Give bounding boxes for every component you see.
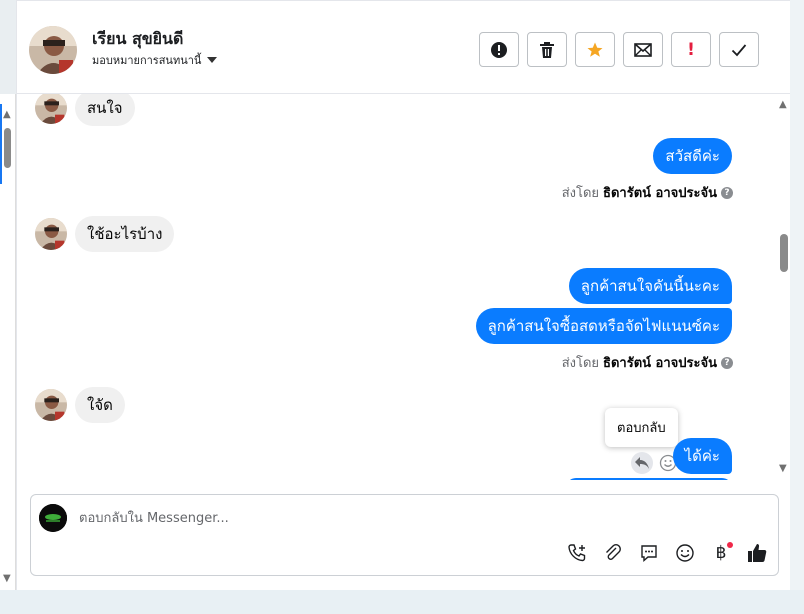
exclamation-icon: ! (687, 39, 695, 60)
contact-name: เรียน สุขยินดี (92, 29, 184, 48)
left-scrollbar-thumb[interactable] (4, 128, 11, 168)
contact-avatar-small (35, 389, 67, 421)
message-thread[interactable]: สนใจ สวัสดีค่ะ ส่งโดย ธิดารัตน์ อาจประจั… (17, 94, 777, 480)
sender-name: ธิดารัตน์ อาจประจัน (603, 356, 717, 371)
message-scrollbar-thumb[interactable] (780, 234, 788, 272)
incoming-message-row: สนใจ (35, 94, 135, 126)
star-icon (587, 42, 603, 57)
mail-icon (634, 42, 652, 57)
help-icon[interactable]: ? (721, 356, 733, 369)
contact-avatar[interactable] (29, 26, 77, 74)
incoming-message-row: ใช้อะไรบ้าง (35, 216, 175, 252)
trash-icon (540, 41, 554, 58)
incoming-bubble[interactable]: ใจัด (75, 387, 125, 423)
message-composer: ฿ (30, 494, 779, 576)
composer-tools: ฿ (565, 541, 769, 565)
sender-name: ธิดารัตน์ อาจประจัน (603, 186, 717, 201)
phone-plus-icon[interactable] (565, 541, 589, 565)
star-button[interactable] (575, 32, 615, 67)
sent-by-prefix: ส่งโดย (561, 356, 600, 371)
page-avatar (39, 504, 67, 532)
baht-icon[interactable]: ฿ (709, 541, 733, 565)
thumbs-up-icon[interactable] (745, 541, 769, 565)
mark-done-button[interactable] (719, 32, 759, 67)
notification-dot (727, 542, 733, 548)
help-icon[interactable]: ? (721, 186, 733, 199)
chat-bubble-icon[interactable] (637, 541, 661, 565)
conversation-panel: เรียน สุขยินดี มอบหมายการสนทนานี้ ! สนใจ… (16, 0, 791, 590)
scroll-up-arrow-icon[interactable]: ▲ (3, 110, 11, 120)
outgoing-bubble[interactable]: ได้ค่ะ (672, 438, 732, 474)
message-scrollbar[interactable]: ▲ ▼ (777, 94, 791, 480)
delete-button[interactable] (527, 32, 567, 67)
reply-icon[interactable] (631, 452, 653, 474)
bottom-margin (0, 590, 804, 614)
left-scrollbar-accent (0, 104, 2, 184)
outgoing-bubble-partial[interactable] (566, 478, 732, 480)
contact-avatar-small (35, 218, 67, 250)
incoming-bubble[interactable]: ใช้อะไรบ้าง (75, 216, 175, 252)
message-hover-actions (631, 452, 679, 474)
scroll-up-arrow-icon[interactable]: ▲ (779, 100, 787, 110)
assign-conversation-dropdown[interactable]: มอบหมายการสนทนานี้ (92, 51, 218, 69)
outgoing-bubble[interactable]: ลูกค้าสนใจคันนี้นะคะ (568, 268, 732, 304)
sent-by-label: ส่งโดย ธิดารัตน์ อาจประจัน ? (562, 182, 733, 203)
chevron-down-icon (207, 57, 218, 63)
reply-input[interactable] (79, 507, 679, 529)
right-margin (790, 0, 804, 590)
left-scrollbar[interactable]: ▲ ▼ (0, 94, 16, 590)
check-icon (731, 43, 747, 56)
emoji-icon[interactable] (673, 541, 697, 565)
sent-by-label: ส่งโดย ธิดารัตน์ อาจประจัน ? (562, 352, 733, 373)
contact-avatar-small (35, 94, 67, 124)
outgoing-bubble[interactable]: ลูกค้าสนใจซื้อสดหรือจัดไฟแนนซ์คะ (475, 308, 732, 344)
scroll-down-arrow-icon[interactable]: ▼ (779, 464, 787, 474)
paperclip-icon[interactable] (601, 541, 625, 565)
sent-by-prefix: ส่งโดย (561, 186, 600, 201)
header-actions: ! (479, 32, 759, 67)
flag-button[interactable]: ! (671, 32, 711, 67)
incoming-bubble[interactable]: สนใจ (75, 94, 135, 126)
reply-tooltip: ตอบกลับ (605, 408, 678, 447)
scroll-down-arrow-icon[interactable]: ▼ (3, 574, 11, 584)
outgoing-bubble[interactable]: สวัสดีค่ะ (653, 138, 732, 174)
mail-button[interactable] (623, 32, 663, 67)
conversation-header: เรียน สุขยินดี มอบหมายการสนทนานี้ ! (17, 0, 791, 94)
report-button[interactable] (479, 32, 519, 67)
incoming-message-row: ใจัด (35, 387, 125, 423)
assign-label: มอบหมายการสนทนานี้ (92, 54, 202, 67)
alert-circle-icon (491, 41, 507, 58)
